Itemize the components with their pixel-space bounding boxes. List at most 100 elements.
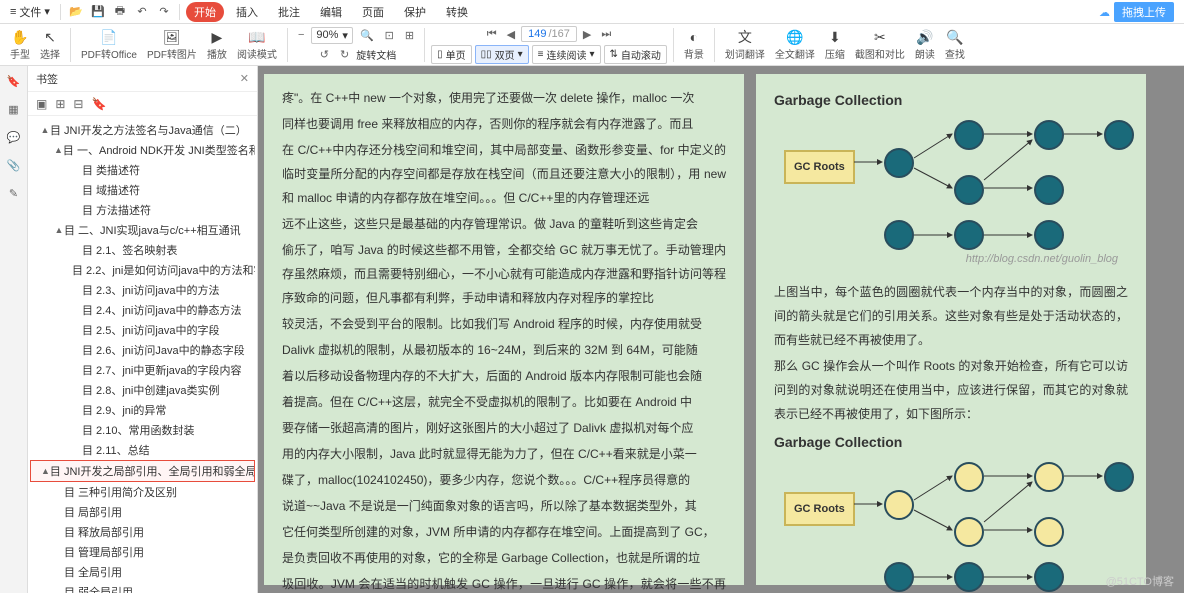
bookmark-item[interactable]: 目 2.1、签名映射表 (30, 240, 255, 260)
last-page-icon[interactable]: ⏭ (597, 26, 615, 43)
play-tool[interactable]: ▶播放 (203, 28, 231, 61)
pdf2img-tool[interactable]: 🖼PDF转图片 (143, 28, 201, 61)
doc-paragraph: 圾回收。JVM 会在适当的时机触发 GC 操作，一旦进行 GC 操作，就会将一些… (282, 572, 726, 593)
first-page-icon[interactable]: ⏮ (483, 26, 501, 43)
bookmark-item[interactable]: 目 管理局部引用 (30, 542, 255, 562)
crop-tool[interactable]: ✂截图和对比 (851, 28, 909, 61)
continuous-btn[interactable]: ≡连续阅读▾ (532, 45, 601, 64)
readmode-tool[interactable]: 📖阅读模式 (233, 28, 281, 61)
doc-paragraph: 疼"。在 C++中 new 一个对象，使用完了还要做一次 delete 操作，m… (282, 86, 726, 110)
trans-full-tool[interactable]: 🌐全文翻译 (771, 28, 819, 61)
doc-paragraph: 用的内存大小限制，Java 此时就显得无能为力了，但在 C/C++看来就是小菜一 (282, 442, 726, 466)
save-icon[interactable]: 💾 (89, 3, 107, 21)
bookmark-item[interactable]: 目 2.8、jni中创建java类实例 (30, 380, 255, 400)
bookmark-item[interactable]: 目 全局引用 (30, 562, 255, 582)
bookmark-item[interactable]: 目 域描述符 (30, 180, 255, 200)
rotate-right-icon[interactable]: ↻ (336, 46, 353, 63)
doc-paragraph: 着以后移动设备物理内存的不大扩大，后面的 Android 版本内存限制可能也会随 (282, 364, 726, 388)
bookmark-item[interactable]: 目 2.2、jni是如何访问java中的方法和字段 (30, 260, 255, 280)
footer-watermark: @51CTO博客 (1106, 573, 1174, 589)
bookmark-item[interactable]: 目 2.5、jni访问java中的字段 (30, 320, 255, 340)
bookmark-item[interactable]: 目 2.6、jni访问Java中的静态字段 (30, 340, 255, 360)
diagram1-title: Garbage Collection (774, 86, 1128, 114)
tab-insert[interactable]: 插入 (228, 2, 266, 22)
double-page-btn[interactable]: ▯▯双页▾ (475, 45, 529, 64)
upload-button[interactable]: 拖拽上传 (1114, 2, 1174, 22)
zoom-out-icon[interactable]: − (294, 27, 308, 43)
zoom-in-icon[interactable]: 🔍 (356, 27, 378, 44)
trans-sel-tool[interactable]: 文划词翻译 (721, 28, 769, 61)
bg-tool[interactable]: ◐背景 (680, 28, 708, 61)
bm-new-icon[interactable]: ▣ (36, 97, 47, 111)
tab-convert[interactable]: 转换 (438, 2, 476, 22)
read-tool[interactable]: 🔊朗读 (911, 28, 939, 61)
select-tool[interactable]: ↖选择 (36, 28, 64, 61)
bookmark-item[interactable]: 目 2.10、常用函数封装 (30, 420, 255, 440)
doc-paragraph: 要存储一张超高清的图片，刚好这张图片的大小超过了 Dalivk 虚拟机对每个应 (282, 416, 726, 440)
bookmark-item[interactable]: 目 2.3、jni访问java中的方法 (30, 280, 255, 300)
bookmark-item[interactable]: 目 释放局部引用 (30, 522, 255, 542)
redo-icon[interactable]: ↷ (155, 3, 173, 21)
fit-width-icon[interactable]: ⊡ (381, 27, 398, 44)
doc-paragraph: 偷乐了，咱写 Java 的时候这些都不用管，全都交给 GC 就万事无忧了。手动管… (282, 238, 726, 310)
doc-paragraph: 说道~~Java 不是说是一门纯面象对象的语言吗，所以除了基本数据类型外，其 (282, 494, 726, 518)
bookmarks-title: 书签 (36, 71, 58, 87)
doc-paragraph: 较灵活，不会受到平台的限制。比如我们写 Android 程序的时候，内存使用就受 (282, 312, 726, 336)
undo-icon[interactable]: ↶ (133, 3, 151, 21)
bookmark-item[interactable]: 目 2.9、jni的异常 (30, 400, 255, 420)
find-tool[interactable]: 🔍查找 (941, 28, 969, 61)
compress-tool[interactable]: ⬇压缩 (821, 28, 849, 61)
left-rail: 🔖 ▦ 💬 📎 ✎ (0, 66, 28, 593)
bookmark-item[interactable]: ▲目 一、Android NDK开发 JNI类型签名和方法签名 (30, 140, 255, 160)
bookmark-item[interactable]: ▲目 JNI开发之局部引用、全局引用和弱全局引用（三） (30, 460, 255, 482)
cloud-icon[interactable]: ☁ (1099, 6, 1110, 19)
file-menu[interactable]: ≡ 文件 ▾ (6, 2, 54, 22)
signatures-icon[interactable]: ✎ (5, 184, 23, 202)
print-icon[interactable]: 🖶 (111, 3, 129, 21)
zoom-input[interactable]: 90%▾ (311, 27, 353, 44)
bookmark-item[interactable]: 目 局部引用 (30, 502, 255, 522)
page-input[interactable]: 149/167 (521, 26, 577, 42)
prev-page-icon[interactable]: ◀ (503, 26, 519, 43)
bm-collapse-icon[interactable]: ⊟ (73, 97, 83, 111)
hand-tool[interactable]: ✋手型 (6, 28, 34, 61)
tab-page[interactable]: 页面 (354, 2, 392, 22)
bookmark-item[interactable]: 目 2.4、jni访问java中的静态方法 (30, 300, 255, 320)
close-panel-icon[interactable]: ✕ (240, 72, 249, 85)
bookmark-item[interactable]: 目 弱全局引用 (30, 582, 255, 593)
thumbnails-icon[interactable]: ▦ (5, 100, 23, 118)
tab-annotate[interactable]: 批注 (270, 2, 308, 22)
bookmark-item[interactable]: 目 三种引用简介及区别 (30, 482, 255, 502)
single-page-btn[interactable]: ▯单页 (431, 45, 472, 64)
toolbar: ✋手型 ↖选择 📄PDF转Office 🖼PDF转图片 ▶播放 📖阅读模式 − … (0, 24, 1184, 66)
bookmark-item[interactable]: 目 类描述符 (30, 160, 255, 180)
document-viewport[interactable]: 疼"。在 C++中 new 一个对象，使用完了还要做一次 delete 操作，m… (258, 66, 1184, 593)
bm-add-icon[interactable]: 🔖 (91, 97, 106, 111)
bookmark-item[interactable]: ▲目 JNI开发之方法签名与Java通信（二） (30, 120, 255, 140)
doc-paragraph: 在 C/C++中内存还分栈空间和堆空间，其中局部变量、函数形参变量、for 中定… (282, 138, 726, 210)
rotate-left-icon[interactable]: ↺ (316, 46, 333, 63)
tab-start[interactable]: 开始 (186, 2, 224, 22)
bookmark-item[interactable]: ▲目 二、JNI实现java与c/c++相互通讯 (30, 220, 255, 240)
doc-paragraph: 是负责回收不再使用的对象，它的全称是 Garbage Collection，也就… (282, 546, 726, 570)
bookmark-tree: ▲目 JNI开发之方法签名与Java通信（二）▲目 一、Android NDK开… (28, 116, 257, 593)
tab-edit[interactable]: 编辑 (312, 2, 350, 22)
pdf2office-tool[interactable]: 📄PDF转Office (77, 28, 141, 61)
doc-paragraph: 它任何类型所创建的对象，JVM 所申请的内存都存在堆空间。上面提高到了 GC， (282, 520, 726, 544)
chevron-down-icon: ▾ (44, 5, 50, 18)
attachments-icon[interactable]: 📎 (5, 156, 23, 174)
bookmarks-icon[interactable]: 🔖 (5, 72, 23, 90)
next-page-icon[interactable]: ▶ (579, 26, 595, 43)
bookmark-item[interactable]: 目 2.7、jni中更新java的字段内容 (30, 360, 255, 380)
bookmark-item[interactable]: 目 方法描述符 (30, 200, 255, 220)
fit-page-icon[interactable]: ⊞ (401, 27, 418, 44)
tab-protect[interactable]: 保护 (396, 2, 434, 22)
bm-expand-icon[interactable]: ⊞ (55, 97, 65, 111)
open-icon[interactable]: 📂 (67, 3, 85, 21)
doc-paragraph: 碟了，malloc(1024102450)，要多少内存，您说个数。。。C/C++… (282, 468, 726, 492)
autoscroll-btn[interactable]: ⇅自动滚动 (604, 45, 667, 64)
bookmark-item[interactable]: 目 2.11、总结 (30, 440, 255, 460)
menu-bar: ≡ 文件 ▾ 📂 💾 🖶 ↶ ↷ 开始 插入 批注 编辑 页面 保护 转换 (0, 0, 1184, 24)
comments-icon[interactable]: 💬 (5, 128, 23, 146)
bookmark-tools: ▣ ⊞ ⊟ 🔖 (28, 92, 257, 116)
